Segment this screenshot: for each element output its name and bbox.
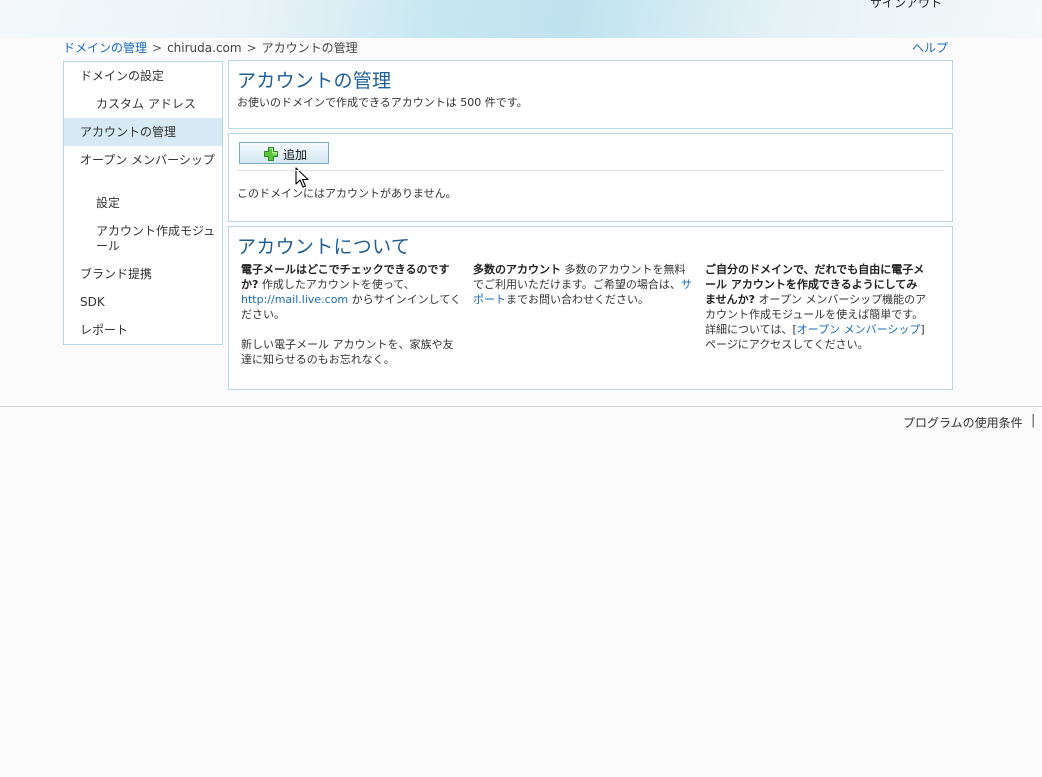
about-column-open-membership: ご自分のドメインで、だれでも自由に電子メール アカウントを作成できるようにしてみ…	[705, 262, 927, 352]
about-title: アカウントについて	[237, 236, 411, 258]
sidebar-item-brand-partnership[interactable]: ブランド提携	[64, 267, 222, 282]
mail-live-link[interactable]: http://mail.live.com	[241, 293, 348, 306]
about-col2-text-2: までお問い合わせください。	[506, 293, 649, 306]
terms-link[interactable]: プログラムの使用条件	[903, 414, 1023, 431]
about-column-many-accounts: 多数のアカウント 多数のアカウントを無料でご利用いただけます。ご希望の場合は、サ…	[473, 262, 695, 307]
help-link[interactable]: ヘルプ	[912, 39, 948, 56]
open-membership-link[interactable]: オープン メンバーシップ	[797, 323, 921, 336]
page-title: アカウントの管理	[237, 70, 392, 92]
account-list-panel: 追加 このドメインにはアカウントがありません。	[228, 133, 953, 222]
about-accounts-panel: アカウントについて 電子メールはどこでチェックできるのですか? 作成したアカウン…	[228, 226, 953, 390]
account-management-panel: アカウントの管理 お使いのドメインで作成できるアカウントは 500 件です。	[228, 60, 953, 129]
account-limit-text: お使いのドメインで作成できるアカウントは 500 件です。	[237, 96, 528, 109]
sidebar-item-domain-settings[interactable]: ドメインの設定	[64, 69, 222, 84]
breadcrumb-separator: >	[246, 41, 257, 55]
sidebar-item-settings[interactable]: 設定	[64, 196, 222, 211]
sidebar-item-custom-address[interactable]: カスタム アドレス	[64, 97, 222, 112]
plus-icon	[264, 147, 278, 161]
sidebar-nav: ドメインの設定 カスタム アドレス アカウントの管理 オープン メンバーシップ …	[63, 61, 223, 345]
sidebar-item-account-creation-module[interactable]: アカウント作成モジュール	[64, 224, 222, 254]
breadcrumb: ドメインの管理 > chiruda.com > アカウントの管理	[63, 39, 358, 56]
about-col1-text: 作成したアカウントを使って、	[258, 278, 415, 291]
sidebar-item-account-management[interactable]: アカウントの管理	[64, 118, 222, 146]
sidebar-item-reports[interactable]: レポート	[64, 323, 222, 338]
add-account-button[interactable]: 追加	[239, 142, 329, 188]
breadcrumb-domain-management[interactable]: ドメインの管理	[63, 41, 147, 55]
footer-separator: |	[1031, 413, 1036, 428]
sidebar-item-open-membership[interactable]: オープン メンバーシップ	[64, 153, 222, 168]
sidebar-item-sdk[interactable]: SDK	[64, 295, 222, 310]
breadcrumb-separator: >	[152, 41, 163, 55]
add-button-label: 追加	[283, 148, 308, 162]
divider	[237, 170, 944, 171]
breadcrumb-domain: chiruda.com	[167, 41, 242, 55]
about-col1-para2: 新しい電子メール アカウントを、家族や友達に知らせるのもお忘れなく。	[241, 338, 454, 366]
no-accounts-message: このドメインにはアカウントがありません。	[237, 187, 457, 200]
breadcrumb-current: アカウントの管理	[261, 41, 358, 55]
signout-link[interactable]: サインアウト	[870, 0, 942, 11]
about-col2-heading: 多数のアカウント	[473, 263, 561, 276]
about-column-check-email: 電子メールはどこでチェックできるのですか? 作成したアカウントを使って、http…	[241, 262, 463, 367]
footer-divider	[0, 406, 1042, 407]
